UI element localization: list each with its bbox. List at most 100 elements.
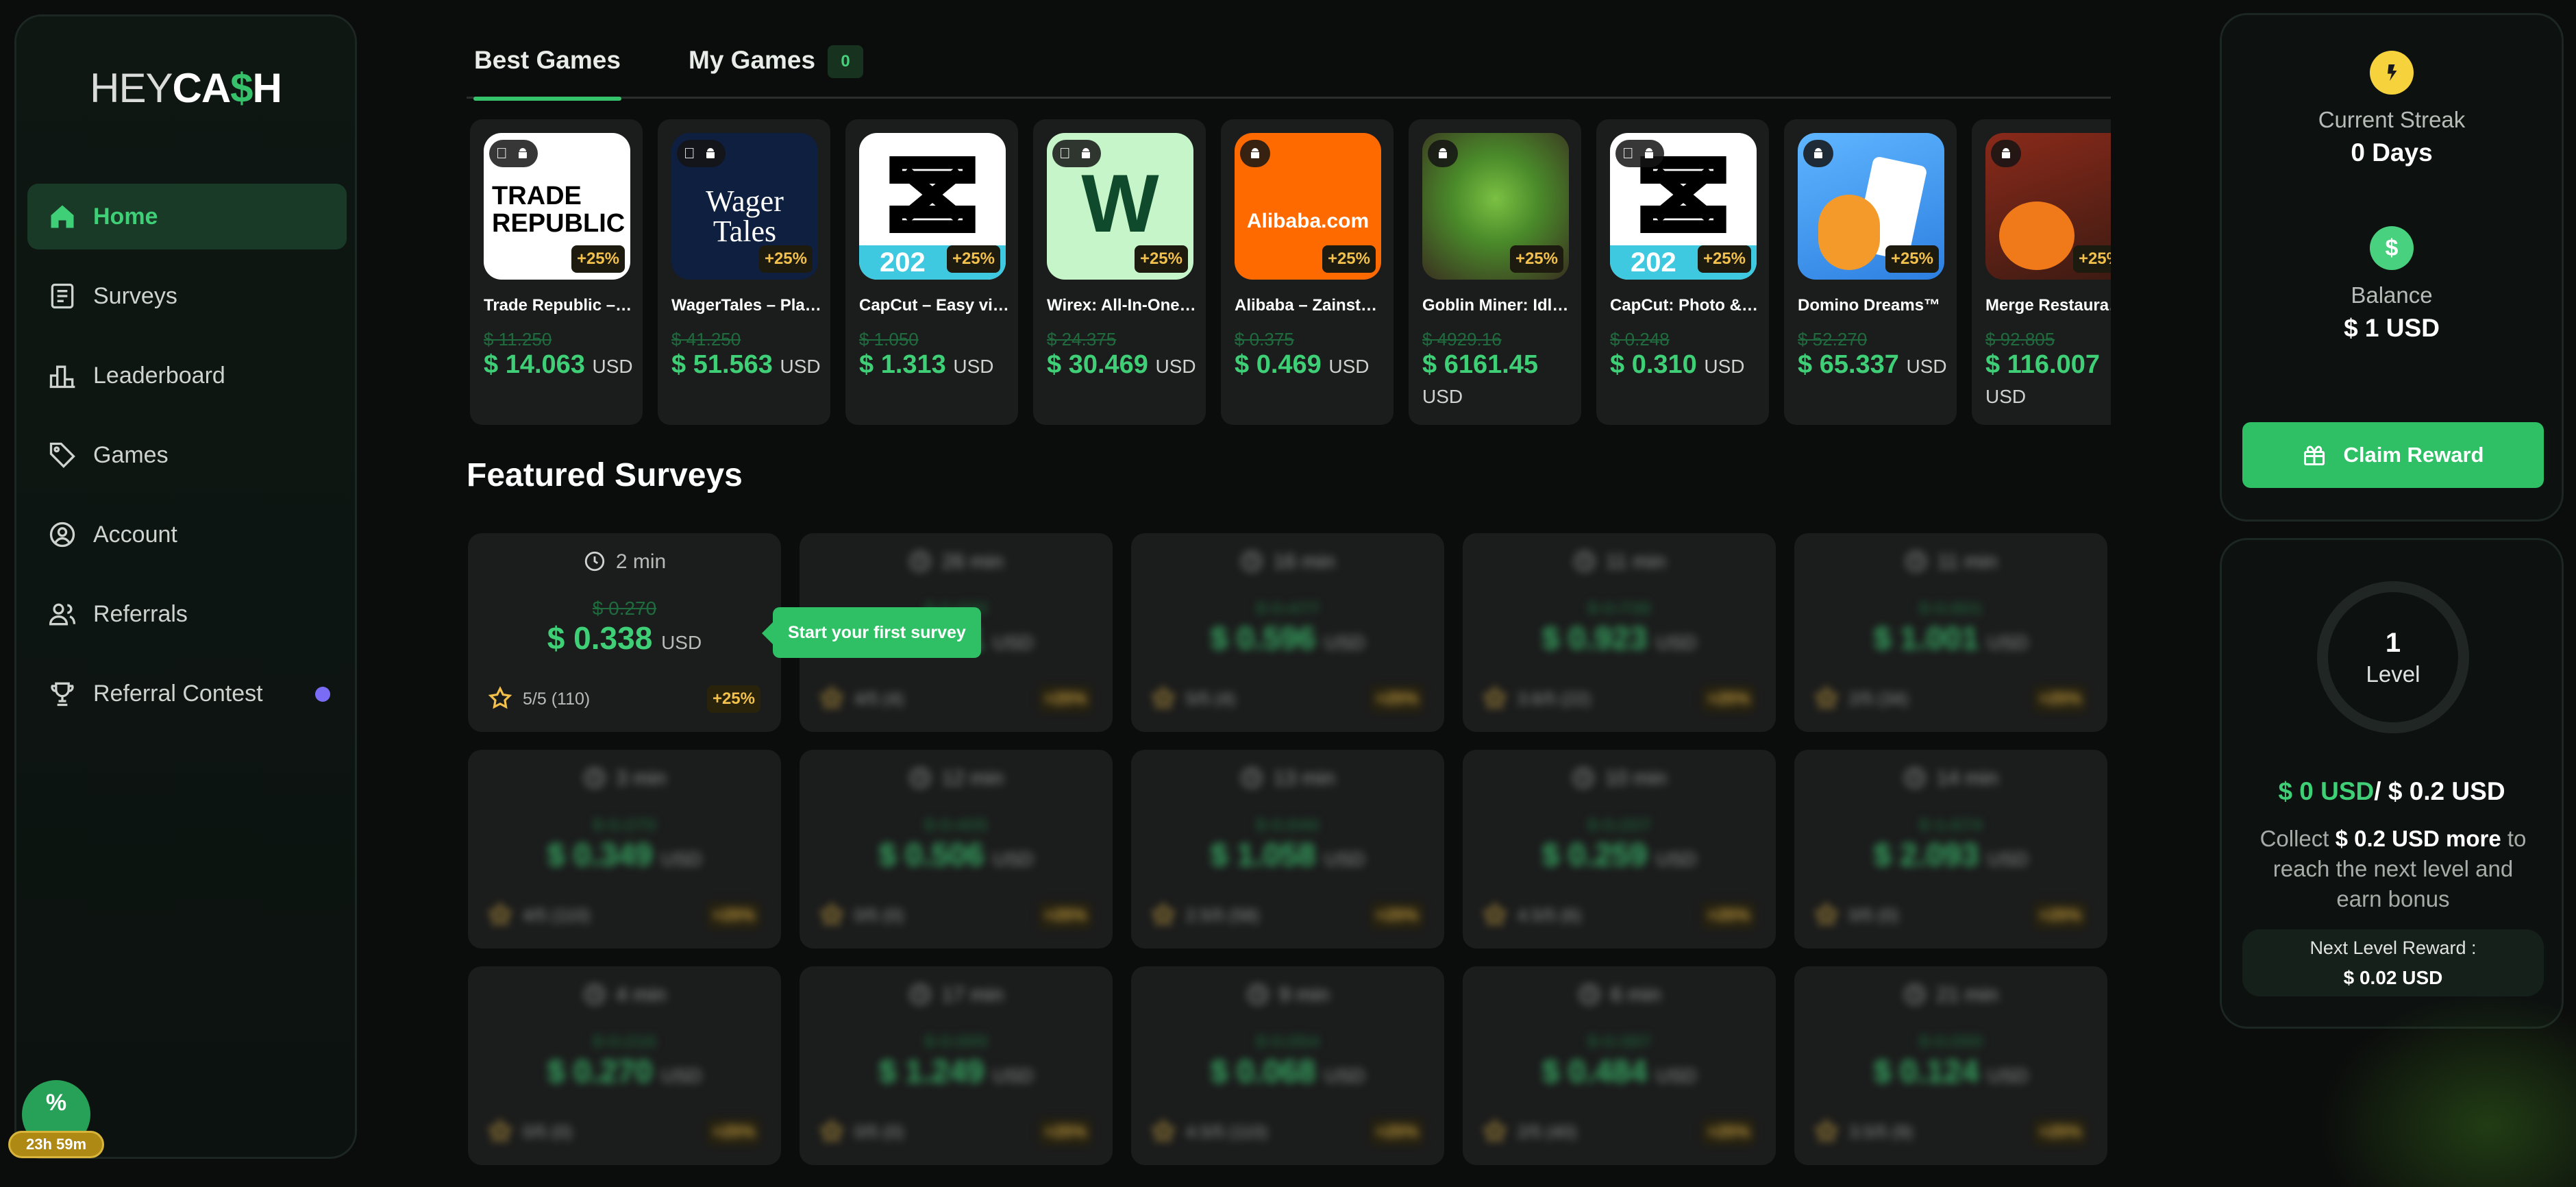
survey-card[interactable]: 13 min $ 0.846 $ 1.058 USD 2.5/5 (58) +25% [1131,750,1444,949]
game-card[interactable]: 202  +25% CapCut: Photo &… $ 0.248 $ 0.… [1596,119,1769,425]
survey-duration: 9 min [1131,983,1444,1007]
survey-card[interactable]: 9 min $ 0.054 $ 0.068 USD 4.5/5 (110) +25% [1131,966,1444,1165]
game-card[interactable]: +25% Goblin Miner: Idl… $ 4929.16 $ 6161… [1409,119,1581,425]
sidebar-item-surveys[interactable]: Surveys [27,263,347,329]
promo-badge[interactable]: % 23h 59m [8,1080,104,1162]
game-title: Wirex: All-In-One… [1047,296,1196,315]
survey-old-price: $ 0.279 [592,814,657,835]
sidebar-item-home[interactable]: Home [27,184,347,249]
balance-value: $ 1 USD [2344,314,2440,342]
survey-rating: 2/5 (34) [1813,685,1908,711]
game-card[interactable]: Wager Tales  +25% WagerTales – Pla… $ 4… [658,119,830,425]
game-thumbnail: +25% [1422,133,1569,280]
survey-card[interactable]: 11 min $ 0.738 $ 0.923 USD 3.6/5 (22) +25% [1463,533,1776,732]
apple-icon:  [684,140,695,167]
game-thumbnail: TRADE REPUBLIC  +25% [484,133,630,280]
bonus-badge: +25% [1134,245,1188,273]
sidebar-item-leaderboard[interactable]: Leaderboard [27,343,347,408]
survey-duration: 14 min [1794,766,2107,790]
survey-old-price: $ 0.270 [592,598,657,619]
tag-icon [47,439,78,471]
survey-rating: 3.5/5 (9) [1813,1118,1913,1145]
tab-count-badge: 0 [828,45,864,79]
survey-card[interactable]: 17 min $ 0.999 $ 1.249 USD 0/5 (0) +25% [800,966,1113,1165]
clock-icon [583,983,616,1006]
survey-old-price: $ 0.387 [1587,1031,1652,1052]
survey-card[interactable]: 6 min $ 0.387 $ 0.484 USD 2/5 (40) +25% [1463,966,1776,1165]
bonus-badge: +25% [2033,902,2087,929]
survey-card-content: 4 min $ 0.216 $ 0.270 USD 0/5 (0) +25% [468,966,781,1165]
tab-label: My Games [689,46,816,74]
sidebar-item-label: Referrals [93,600,188,627]
survey-duration: 16 min [1131,550,1444,574]
background-glow [2316,994,2576,1187]
survey-rating: 2.5/5 (58) [1150,902,1259,928]
claim-reward-label: Claim Reward [2343,443,2484,467]
survey-duration: 26 min [800,550,1113,574]
game-title: Goblin Miner: Idl… [1422,296,1569,315]
game-title: Domino Dreams™ [1798,296,1941,315]
level-label: Level [2366,661,2420,687]
clock-icon [1246,983,1279,1006]
android-icon [1081,148,1090,158]
bonus-badge: +25% [706,685,760,713]
survey-duration: 3 min [468,766,781,790]
survey-card[interactable]: 11 min $ 0.801 $ 1.001 USD 2/5 (34) +25% [1794,533,2107,732]
streak-icon [2370,51,2414,95]
survey-card[interactable]: 3 min $ 0.279 $ 0.349 USD 4/5 (110) +25% [468,750,781,949]
game-card[interactable]: W  +25% Wirex: All-In-One… $ 24.375 $ 3… [1033,119,1206,425]
survey-price: $ 0.338 USD [547,620,702,656]
android-icon [1251,148,1259,158]
level-progress-ring: 1 Level [2317,581,2469,733]
survey-card[interactable]: 21 min $ 0.099 $ 0.124 USD 3.5/5 (9) +25% [1794,966,2107,1165]
survey-rating: 0/5 (0) [819,1118,904,1145]
clock-icon [908,550,941,573]
star-icon [1482,686,1518,709]
survey-rating: 3.6/5 (22) [1482,685,1591,711]
clock-icon [583,550,616,573]
logo[interactable]: HEYCA$H [16,64,355,112]
thumbnail-text: 202 [880,247,926,278]
thumbnail-text: Alibaba.com [1246,210,1370,232]
game-card[interactable]: TRADE REPUBLIC  +25% Trade Republic – …… [470,119,643,425]
survey-card-content: 3 min $ 0.279 $ 0.349 USD 4/5 (110) +25% [468,750,781,949]
thumbnail-text: W [1081,158,1159,249]
bonus-badge: +25% [1370,902,1424,929]
sidebar-item-referrals[interactable]: Referrals [27,581,347,647]
game-card[interactable]: +25% Merge Restaura… $ 92.805 $ 116.007 … [1972,119,2111,425]
streak-value: 0 Days [2351,138,2433,167]
game-card[interactable]: +25% Domino Dreams™ $ 52.270 $ 65.337 US… [1784,119,1957,425]
game-thumbnail: +25% [1798,133,1944,280]
bonus-badge: +25% [946,245,1000,273]
claim-reward-button[interactable]: Claim Reward [2242,422,2544,488]
game-card[interactable]: 202 +25% CapCut – Easy vi… $ 1.050 $ 1.3… [845,119,1018,425]
game-price: $ 6161.45 USD [1422,350,1539,407]
platform-badge [1428,140,1458,167]
tab-best-games[interactable]: Best Games [473,40,621,101]
survey-card-content: 11 min $ 0.738 $ 0.923 USD 3.6/5 (22) +25% [1463,533,1776,732]
game-card[interactable]: Alibaba.com +25% Alibaba – Zainst… $ 0.3… [1221,119,1394,425]
survey-card[interactable]: 14 min $ 1.674 $ 2.093 USD 0/5 (0) +25% [1794,750,2107,949]
survey-price: $ 0.124 USD [1873,1053,2029,1089]
surveys-grid: 2 min $ 0.270 $ 0.338 USD 5/5 (110) +25% 26 m… [468,533,2110,1187]
survey-card[interactable]: 16 min $ 0.477 $ 0.596 USD 5/5 (4) +25% [1131,533,1444,732]
survey-card[interactable]: 4 min $ 0.216 $ 0.270 USD 0/5 (0) +25% [468,966,781,1165]
survey-duration: 12 min [800,766,1113,790]
survey-card[interactable]: 12 min $ 0.405 $ 0.506 USD 0/5 (0) +25% [800,750,1113,949]
survey-rating: 0/5 (0) [487,1118,572,1145]
sidebar-item-referral-contest[interactable]: Referral Contest [27,661,347,726]
survey-rating: 0/5 (0) [1813,902,1898,928]
sidebar-item-account[interactable]: Account [27,502,347,567]
bonus-badge: +25% [1322,245,1376,273]
survey-price: $ 0.596 USD [1210,620,1365,656]
survey-card[interactable]: 2 min $ 0.270 $ 0.338 USD 5/5 (110) +25% [468,533,781,732]
old-price: $ 11.250 [484,329,552,350]
star-icon [487,903,523,926]
bonus-badge: +25% [1701,1118,1755,1146]
star-icon [487,686,523,709]
bonus-badge: +25% [2072,245,2111,273]
sidebar-item-games[interactable]: Games [27,422,347,488]
tab-my-games[interactable]: My Games 0 [689,40,864,99]
survey-card[interactable]: 10 min $ 0.207 $ 0.259 USD 4.5/5 (6) +25% [1463,750,1776,949]
level-number: 1 [2385,627,2401,658]
